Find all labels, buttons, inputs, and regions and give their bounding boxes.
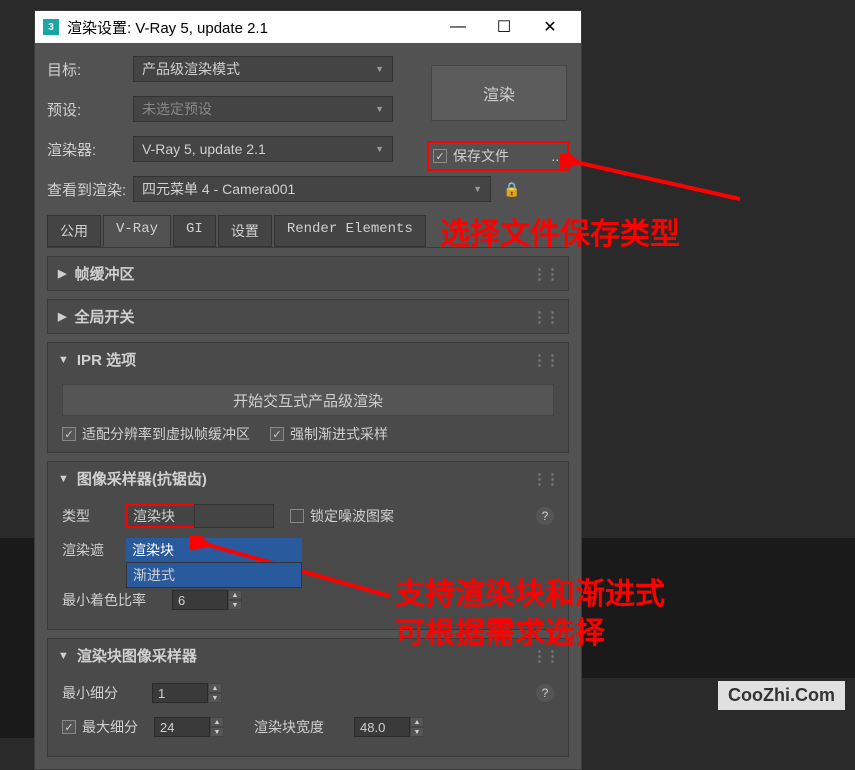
chevron-right-icon: ▶ <box>58 267 66 280</box>
save-file-label: 保存文件 <box>453 146 509 166</box>
render-settings-window: 3 渲染设置: V-Ray 5, update 2.1 — ☐ ✕ 目标: 产品… <box>34 10 582 770</box>
renderer-label: 渲染器: <box>47 139 133 160</box>
close-button[interactable]: ✕ <box>527 11 573 43</box>
rollout-global-switches: ▶ 全局开关 ⋮⋮ <box>47 299 569 334</box>
preset-dropdown[interactable]: 未选定预设 <box>133 96 393 122</box>
max-subdiv-checkbox[interactable] <box>62 720 76 734</box>
minimize-button[interactable]: — <box>435 11 481 43</box>
grip-icon: ⋮⋮ <box>532 308 558 326</box>
bucket-width-label: 渲染块宽度 <box>254 717 354 737</box>
min-subdiv-label: 最小细分 <box>62 683 152 703</box>
bucket-width-spinner[interactable]: 48.0 ▲▼ <box>354 717 424 737</box>
help-icon[interactable]: ? <box>536 507 554 525</box>
sampler-dropdown-list: 渐进式 <box>126 562 302 588</box>
maximize-button[interactable]: ☐ <box>481 11 527 43</box>
save-file-row: 保存文件 ... <box>427 141 569 171</box>
max-subdiv-label: 最大细分 <box>82 717 154 737</box>
tab-common[interactable]: 公用 <box>47 215 101 247</box>
tab-render-elements[interactable]: Render Elements <box>274 215 426 247</box>
min-shading-label: 最小着色比率 <box>62 590 172 610</box>
preset-label: 预设: <box>47 99 133 120</box>
sampler-type-dropdown-ext[interactable] <box>194 504 274 528</box>
view-dropdown[interactable]: 四元菜单 4 - Camera001 <box>133 176 491 202</box>
tab-settings[interactable]: 设置 <box>218 215 272 247</box>
lock-noise-checkbox[interactable] <box>290 509 304 523</box>
tab-gi[interactable]: GI <box>173 215 216 247</box>
rollout-image-sampler: ▼ 图像采样器(抗锯齿) ⋮⋮ 类型 渲染块 锁定噪波图案 ? 渲染遮 <box>47 461 569 630</box>
start-ipr-button[interactable]: 开始交互式产品级渲染 <box>62 384 554 416</box>
rollout-bucket-sampler: ▼ 渲染块图像采样器 ⋮⋮ 最小细分 1 ▲▼ ? 最大细分 24 <box>47 638 569 757</box>
save-file-checkbox[interactable] <box>433 149 447 163</box>
lock-icon[interactable]: 🔒 <box>503 181 520 198</box>
renderer-dropdown[interactable]: V-Ray 5, update 2.1 <box>133 136 393 162</box>
grip-icon: ⋮⋮ <box>532 351 558 369</box>
grip-icon: ⋮⋮ <box>532 647 558 665</box>
chevron-down-icon: ▼ <box>58 354 69 366</box>
save-file-browse[interactable]: ... <box>551 148 563 164</box>
rollout-frame-buffer-header[interactable]: ▶ 帧缓冲区 ⋮⋮ <box>48 257 568 290</box>
render-button[interactable]: 渲染 <box>431 65 567 121</box>
tabs: 公用 V-Ray GI 设置 Render Elements <box>47 215 569 248</box>
force-progressive-checkbox[interactable] <box>270 427 284 441</box>
rollout-ipr-header[interactable]: ▼ IPR 选项 ⋮⋮ <box>48 343 568 376</box>
rollout-bucket-sampler-header[interactable]: ▼ 渲染块图像采样器 ⋮⋮ <box>48 639 568 672</box>
fit-resolution-checkbox[interactable] <box>62 427 76 441</box>
rollout-image-sampler-header[interactable]: ▼ 图像采样器(抗锯齿) ⋮⋮ <box>48 462 568 495</box>
chevron-right-icon: ▶ <box>58 310 66 323</box>
fit-resolution-label: 适配分辨率到虚拟帧缓冲区 <box>82 424 250 444</box>
sampler-dropdown-selected[interactable]: 渲染块 <box>126 538 302 562</box>
chevron-down-icon: ▼ <box>58 473 69 485</box>
view-label: 查看到渲染: <box>47 179 133 200</box>
target-label: 目标: <box>47 59 133 80</box>
rollout-global-switches-header[interactable]: ▶ 全局开关 ⋮⋮ <box>48 300 568 333</box>
sampler-option-progressive[interactable]: 渐进式 <box>127 563 301 587</box>
min-shading-spinner[interactable]: 6 ▲▼ <box>172 590 242 610</box>
max-subdiv-spinner[interactable]: 24 ▲▼ <box>154 717 224 737</box>
app-icon: 3 <box>43 19 59 35</box>
annotation-arrow-1 <box>560 154 750 204</box>
grip-icon: ⋮⋮ <box>532 265 558 283</box>
render-mask-label: 渲染遮 <box>62 540 126 560</box>
titlebar[interactable]: 3 渲染设置: V-Ray 5, update 2.1 — ☐ ✕ <box>35 11 581 43</box>
grip-icon: ⋮⋮ <box>532 470 558 488</box>
watermark: CooZhi.Com <box>718 681 845 710</box>
window-title: 渲染设置: V-Ray 5, update 2.1 <box>67 17 435 38</box>
chevron-down-icon: ▼ <box>58 650 69 662</box>
tab-vray[interactable]: V-Ray <box>103 215 171 247</box>
force-progressive-label: 强制渐进式采样 <box>290 424 388 444</box>
rollout-frame-buffer: ▶ 帧缓冲区 ⋮⋮ <box>47 256 569 291</box>
rollout-ipr: ▼ IPR 选项 ⋮⋮ 开始交互式产品级渲染 适配分辨率到虚拟帧缓冲区 强制渐进… <box>47 342 569 453</box>
type-label: 类型 <box>62 506 126 526</box>
target-dropdown[interactable]: 产品级渲染模式 <box>133 56 393 82</box>
lock-noise-label: 锁定噪波图案 <box>310 506 394 526</box>
min-subdiv-spinner[interactable]: 1 ▲▼ <box>152 683 222 703</box>
sampler-type-value[interactable]: 渲染块 <box>126 504 196 528</box>
help-icon[interactable]: ? <box>536 684 554 702</box>
